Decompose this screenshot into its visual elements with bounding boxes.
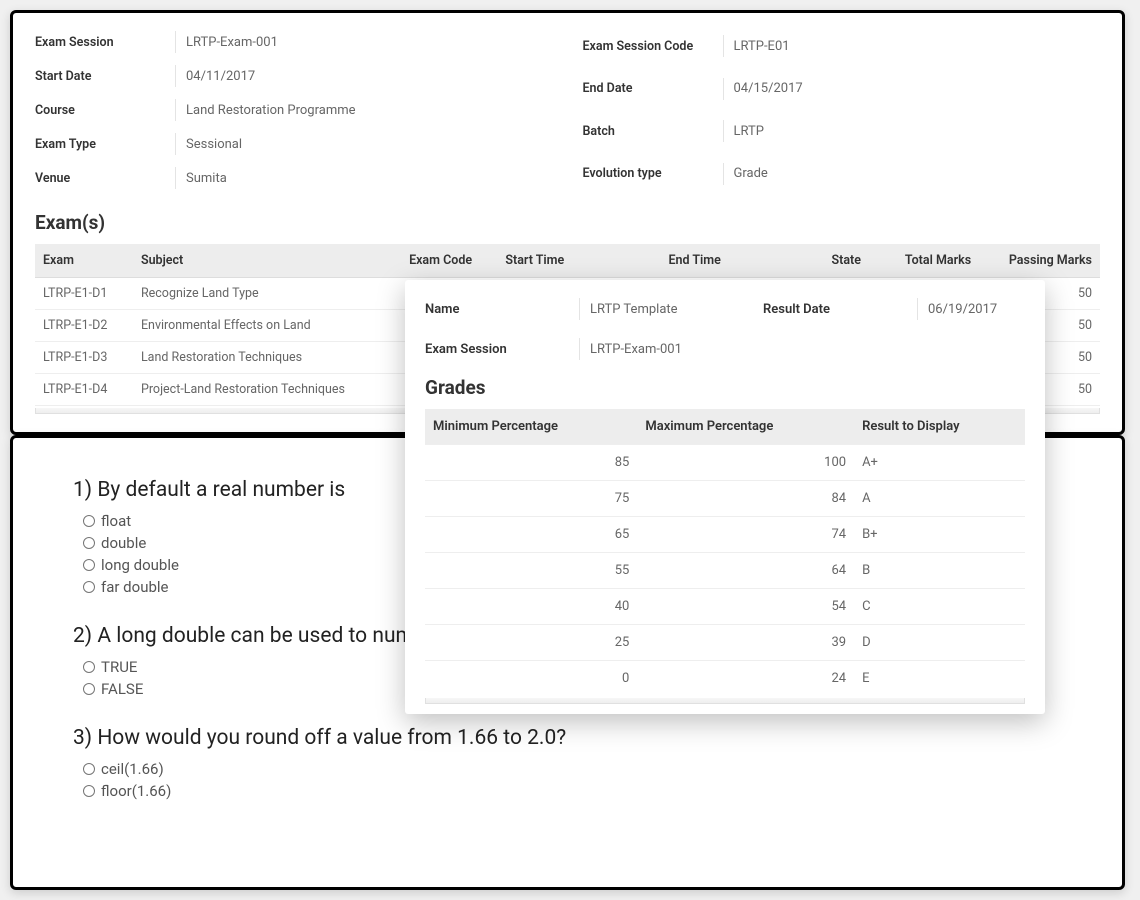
exams-col-header[interactable]: Exam Code — [401, 244, 497, 278]
field-value: LRTP-Exam-001 — [175, 31, 553, 53]
option-label: ceil(1.66) — [101, 760, 164, 778]
exams-col-header[interactable]: End Time — [660, 244, 823, 278]
overlay-name-label: Name — [425, 302, 575, 317]
exams-col-header[interactable]: Exam — [35, 244, 133, 278]
field-label: Exam Session — [35, 35, 175, 50]
field-value: Land Restoration Programme — [175, 99, 553, 121]
table-row[interactable]: 024E — [425, 661, 1025, 697]
cell: A+ — [854, 445, 1025, 481]
radio-input[interactable] — [83, 661, 95, 673]
field-label: Exam Type — [35, 137, 175, 152]
field-value: 04/15/2017 — [723, 78, 1101, 100]
cell: 39 — [637, 625, 854, 661]
grades-scrollbar[interactable] — [425, 698, 1025, 704]
overlay-session-value: LRTP-Exam-001 — [579, 338, 759, 360]
cell: 55 — [425, 553, 637, 589]
option-label: far double — [101, 578, 169, 596]
field-value: 04/11/2017 — [175, 65, 553, 87]
grades-popup: Name LRTP Template Result Date 06/19/201… — [405, 280, 1045, 714]
table-row[interactable]: 2539D — [425, 625, 1025, 661]
cell: 75 — [425, 481, 637, 517]
cell: 65 — [425, 517, 637, 553]
cell: Environmental Effects on Land — [133, 310, 401, 342]
field-label: End Date — [583, 81, 723, 96]
exams-col-header[interactable]: State — [824, 244, 879, 278]
field-value: LRTP — [723, 120, 1101, 142]
table-row[interactable]: 4054C — [425, 589, 1025, 625]
session-details: Exam SessionLRTP-Exam-001 Start Date04/11… — [35, 31, 1100, 189]
table-row[interactable]: 85100A+ — [425, 445, 1025, 481]
cell: Land Restoration Techniques — [133, 342, 401, 374]
cell: A — [854, 481, 1025, 517]
exams-heading: Exam(s) — [35, 211, 1100, 234]
option-label: FALSE — [101, 680, 143, 698]
field-value: Sumita — [175, 167, 553, 189]
field-value: Sessional — [175, 133, 553, 155]
table-row[interactable]: 5564B — [425, 553, 1025, 589]
radio-input[interactable] — [83, 537, 95, 549]
radio-input[interactable] — [83, 515, 95, 527]
exams-col-header[interactable]: Total Marks — [879, 244, 979, 278]
grades-table: Minimum PercentageMaximum PercentageResu… — [425, 409, 1025, 696]
table-row[interactable]: 7584A — [425, 481, 1025, 517]
cell: 0 — [425, 661, 637, 697]
cell: LTRP-E1-D1 — [35, 278, 133, 310]
radio-input[interactable] — [83, 785, 95, 797]
question-text: 3) How would you round off a value from … — [73, 726, 1062, 750]
table-row[interactable]: 6574B+ — [425, 517, 1025, 553]
exams-col-header[interactable]: Passing Marks — [979, 244, 1100, 278]
cell: B — [854, 553, 1025, 589]
answer-option[interactable]: floor(1.66) — [73, 780, 1062, 802]
field-label: Venue — [35, 171, 175, 186]
cell: 100 — [637, 445, 854, 481]
field-label: Start Date — [35, 69, 175, 84]
field-label: Exam Session Code — [583, 39, 723, 54]
field-value: Grade — [723, 163, 1101, 185]
cell: LTRP-E1-D2 — [35, 310, 133, 342]
grades-col-header[interactable]: Maximum Percentage — [637, 409, 854, 445]
field-value: LRTP-E01 — [723, 35, 1101, 57]
cell: B+ — [854, 517, 1025, 553]
option-label: TRUE — [101, 658, 137, 676]
cell: LTRP-E1-D3 — [35, 342, 133, 374]
radio-input[interactable] — [83, 559, 95, 571]
cell: 84 — [637, 481, 854, 517]
question-block: 3) How would you round off a value from … — [73, 726, 1062, 802]
grades-col-header[interactable]: Result to Display — [854, 409, 1025, 445]
cell: 54 — [637, 589, 854, 625]
cell: E — [854, 661, 1025, 697]
cell: 24 — [637, 661, 854, 697]
cell: C — [854, 589, 1025, 625]
cell: 85 — [425, 445, 637, 481]
overlay-name-value: LRTP Template — [579, 298, 759, 320]
exams-col-header[interactable]: Subject — [133, 244, 401, 278]
cell: 40 — [425, 589, 637, 625]
option-label: float — [101, 512, 131, 530]
overlay-resultdate-label: Result Date — [763, 302, 913, 317]
field-label: Batch — [583, 124, 723, 139]
exams-col-header[interactable]: Start Time — [497, 244, 660, 278]
cell: 25 — [425, 625, 637, 661]
cell: 64 — [637, 553, 854, 589]
grades-col-header[interactable]: Minimum Percentage — [425, 409, 637, 445]
overlay-resultdate-value: 06/19/2017 — [917, 298, 1025, 320]
answer-option[interactable]: ceil(1.66) — [73, 758, 1062, 780]
overlay-session-label: Exam Session — [425, 342, 575, 357]
field-label: Course — [35, 103, 175, 118]
cell: Recognize Land Type — [133, 278, 401, 310]
field-label: Evolution type — [583, 166, 723, 181]
option-label: floor(1.66) — [101, 782, 171, 800]
cell: LTRP-E1-D4 — [35, 374, 133, 406]
grades-heading: Grades — [425, 376, 1025, 399]
cell: 74 — [637, 517, 854, 553]
radio-input[interactable] — [83, 581, 95, 593]
radio-input[interactable] — [83, 683, 95, 695]
cell: Project-Land Restoration Techniques — [133, 374, 401, 406]
radio-input[interactable] — [83, 763, 95, 775]
cell: D — [854, 625, 1025, 661]
option-label: long double — [101, 556, 179, 574]
option-label: double — [101, 534, 146, 552]
